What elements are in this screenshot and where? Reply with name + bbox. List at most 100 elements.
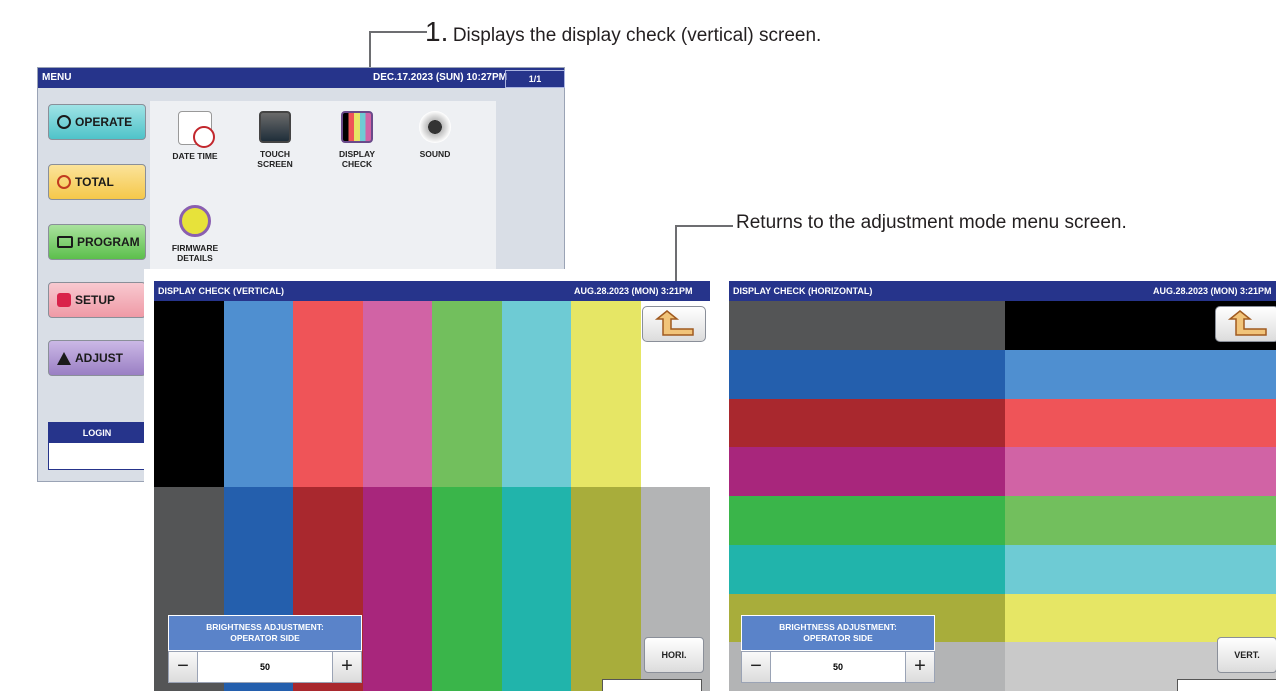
setup-label: SETUP <box>75 293 116 307</box>
horizontal-title: DISPLAY CHECK (HORIZONTAL) <box>733 286 873 296</box>
vertical-date: AUG.28.2023 (MON) 3:21PM <box>574 286 693 296</box>
overlay-frame <box>144 269 566 281</box>
callout-line-1-horizontal <box>369 31 427 33</box>
wrench-icon <box>57 293 71 307</box>
brightness-plus-button-vertical[interactable]: + <box>332 652 361 682</box>
horizontal-right-bar <box>1005 398 1276 448</box>
date-time-label: DATE TIME <box>172 151 218 161</box>
horizontal-right-bar <box>1005 349 1276 399</box>
horizontal-date: AUG.28.2023 (MON) 3:21PM <box>1153 286 1272 296</box>
brightness-minus-button-vertical[interactable]: − <box>169 652 198 682</box>
menu-content-area: DATE TIME TOUCH SCREEN DISPLAY CHECK SOU… <box>150 101 496 271</box>
pie-chart-icon <box>57 175 71 189</box>
operate-button[interactable]: OPERATE <box>48 104 146 140</box>
vertical-top-bar <box>154 301 224 487</box>
operate-label: OPERATE <box>75 115 133 129</box>
horizontal-left-bar <box>729 447 1005 497</box>
program-button[interactable]: PROGRAM <box>48 224 146 260</box>
vertical-top-bar <box>223 301 294 487</box>
display-check-icon <box>341 111 373 143</box>
total-button[interactable]: TOTAL <box>48 164 146 200</box>
brightness-minus-button-horizontal[interactable]: − <box>742 652 771 682</box>
brightness-label-1-horizontal: BRIGHTNESS ADJUSTMENT: <box>779 622 897 632</box>
overlay-frame-left <box>144 269 154 691</box>
brightness-panel-vertical: BRIGHTNESS ADJUSTMENT: OPERATOR SIDE − 5… <box>168 615 362 691</box>
adjust-label: ADJUST <box>75 351 124 365</box>
brightness-plus-button-horizontal[interactable]: + <box>905 652 934 682</box>
info-icon <box>179 205 211 237</box>
menu-date: DEC.17.2023 (SUN) 10:27PM <box>373 72 507 83</box>
horizontal-left-bar <box>729 496 1005 546</box>
vertical-title: DISPLAY CHECK (VERTICAL) <box>158 286 285 296</box>
brightness-label-2-vertical: OPERATOR SIDE <box>230 633 300 643</box>
vertical-bottom-bar <box>571 487 641 691</box>
return-arrow-icon-horizontal <box>1227 310 1267 336</box>
firmware-label-2: DETAILS <box>177 253 213 263</box>
setup-button[interactable]: SETUP <box>48 282 146 318</box>
callout-return-text: Returns to the adjustment mode menu scre… <box>736 212 1127 233</box>
return-button-horizontal[interactable] <box>1215 306 1276 342</box>
vertical-top-bar <box>571 301 641 487</box>
callout-1-number: 1. <box>425 16 449 47</box>
brightness-value-horizontal: 50 <box>832 662 843 672</box>
callout-line-return-horizontal <box>675 225 733 227</box>
sound-item[interactable]: SOUND <box>400 111 470 159</box>
vertical-top-bar <box>432 301 502 487</box>
book-icon <box>57 236 73 248</box>
program-label: PROGRAM <box>77 235 140 249</box>
adjust-icon <box>57 351 71 365</box>
date-time-item[interactable]: DATE TIME <box>160 111 230 161</box>
return-arrow-icon <box>654 310 694 336</box>
horizontal-left-bar <box>729 349 1005 399</box>
vertical-top-bar <box>293 301 363 487</box>
display-check-label-1: DISPLAY <box>338 149 376 159</box>
vertical-top-bar <box>501 301 572 487</box>
display-check-horizontal-window: DISPLAY CHECK (HORIZONTAL) AUG.28.2023 (… <box>729 281 1276 691</box>
vertical-bottom-box <box>602 679 702 691</box>
sound-label: SOUND <box>419 149 451 159</box>
display-check-label-2: CHECK <box>341 159 373 169</box>
horizontal-right-bar <box>1005 544 1276 594</box>
horizontal-bottom-box <box>1177 679 1276 691</box>
vertical-titlebar: DISPLAY CHECK (VERTICAL) AUG.28.2023 (MO… <box>154 281 710 301</box>
brightness-header-vertical: BRIGHTNESS ADJUSTMENT: OPERATOR SIDE <box>168 615 362 651</box>
vertical-bottom-bar <box>362 487 433 691</box>
brightness-stepper-horizontal: − 50 + <box>741 651 935 683</box>
vertical-top-bar <box>362 301 433 487</box>
login-label: LOGIN <box>49 423 145 443</box>
touch-screen-item[interactable]: TOUCH SCREEN <box>240 111 310 169</box>
calendar-clock-icon <box>178 111 215 148</box>
brightness-stepper-vertical: − 50 + <box>168 651 362 683</box>
total-label: TOTAL <box>75 175 114 189</box>
horizontal-right-bar <box>1005 447 1276 497</box>
callout-1: 1. Displays the display check (vertical)… <box>425 16 821 48</box>
brightness-value-vertical: 50 <box>259 662 270 672</box>
horizontal-left-bar <box>729 544 1005 594</box>
horizontal-titlebar: DISPLAY CHECK (HORIZONTAL) AUG.28.2023 (… <box>729 281 1276 301</box>
horizontal-left-bar <box>729 301 1005 351</box>
touch-screen-label-1: TOUCH <box>259 149 291 159</box>
vertical-bottom-bar <box>432 487 502 691</box>
menu-title: MENU <box>42 72 72 83</box>
horizontal-right-bar <box>1005 496 1276 546</box>
vert-button[interactable]: VERT. <box>1217 637 1276 673</box>
firmware-label-1: FIRMWARE <box>171 243 219 253</box>
callout-1-text: Displays the display check (vertical) sc… <box>452 25 822 46</box>
monitor-icon <box>259 111 291 143</box>
return-button[interactable] <box>642 306 706 342</box>
touch-screen-label-2: SCREEN <box>257 159 293 169</box>
display-check-vertical-window: DISPLAY CHECK (VERTICAL) AUG.28.2023 (MO… <box>154 281 710 691</box>
adjust-button[interactable]: ADJUST <box>48 340 146 376</box>
brightness-label-1-vertical: BRIGHTNESS ADJUSTMENT: <box>206 622 324 632</box>
display-check-item[interactable]: DISPLAY CHECK <box>322 111 392 169</box>
login-panel[interactable]: LOGIN <box>48 422 146 470</box>
speaker-icon <box>419 111 451 143</box>
vertical-bottom-bar <box>501 487 572 691</box>
firmware-details-item[interactable]: FIRMWARE DETAILS <box>160 205 230 263</box>
play-icon <box>57 115 71 129</box>
callout-return: Returns to the adjustment mode menu scre… <box>736 212 1127 234</box>
horizontal-left-bar <box>729 398 1005 448</box>
brightness-panel-horizontal: BRIGHTNESS ADJUSTMENT: OPERATOR SIDE − 5… <box>741 615 935 691</box>
menu-titlebar: MENU DEC.17.2023 (SUN) 10:27PM 1/1 <box>38 68 565 88</box>
hori-button[interactable]: HORI. <box>644 637 704 673</box>
